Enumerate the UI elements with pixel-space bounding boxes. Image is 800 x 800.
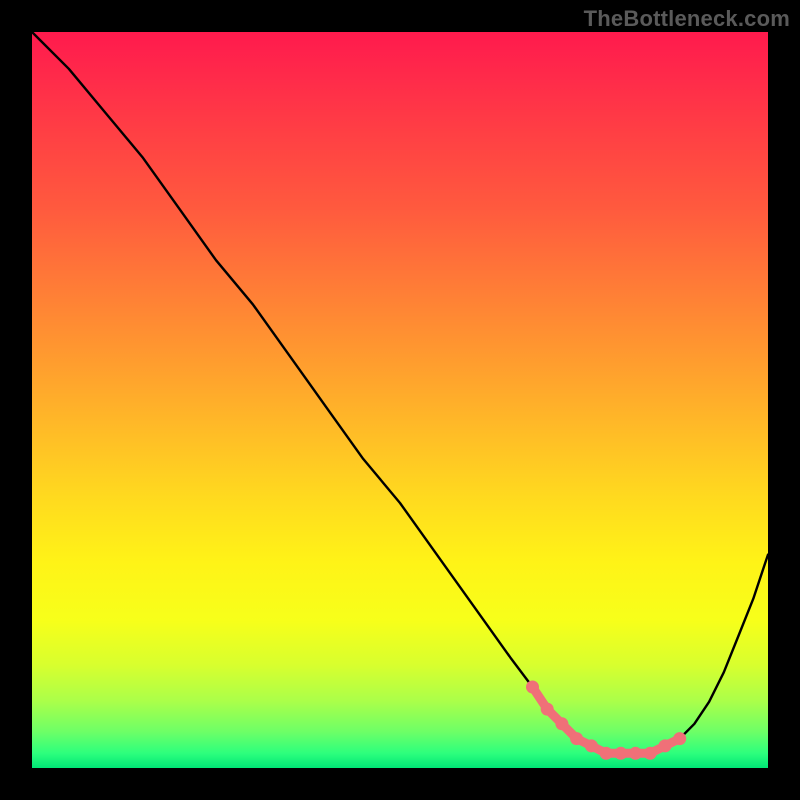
marker-dot	[526, 681, 539, 694]
optimal-range-markers	[526, 681, 686, 760]
marker-dot	[585, 739, 598, 752]
optimal-range-line	[533, 687, 680, 753]
watermark-text: TheBottleneck.com	[584, 6, 790, 32]
marker-dot	[629, 747, 642, 760]
marker-dot	[659, 739, 672, 752]
chart-frame: TheBottleneck.com	[0, 0, 800, 800]
marker-dot	[570, 732, 583, 745]
marker-dot	[673, 732, 686, 745]
marker-dot	[555, 717, 568, 730]
chart-plot-area	[32, 32, 768, 768]
curve-svg	[32, 32, 768, 768]
marker-dot	[541, 703, 554, 716]
marker-dot	[644, 747, 657, 760]
marker-dot	[600, 747, 613, 760]
bottleneck-curve	[32, 32, 768, 753]
marker-dot	[614, 747, 627, 760]
